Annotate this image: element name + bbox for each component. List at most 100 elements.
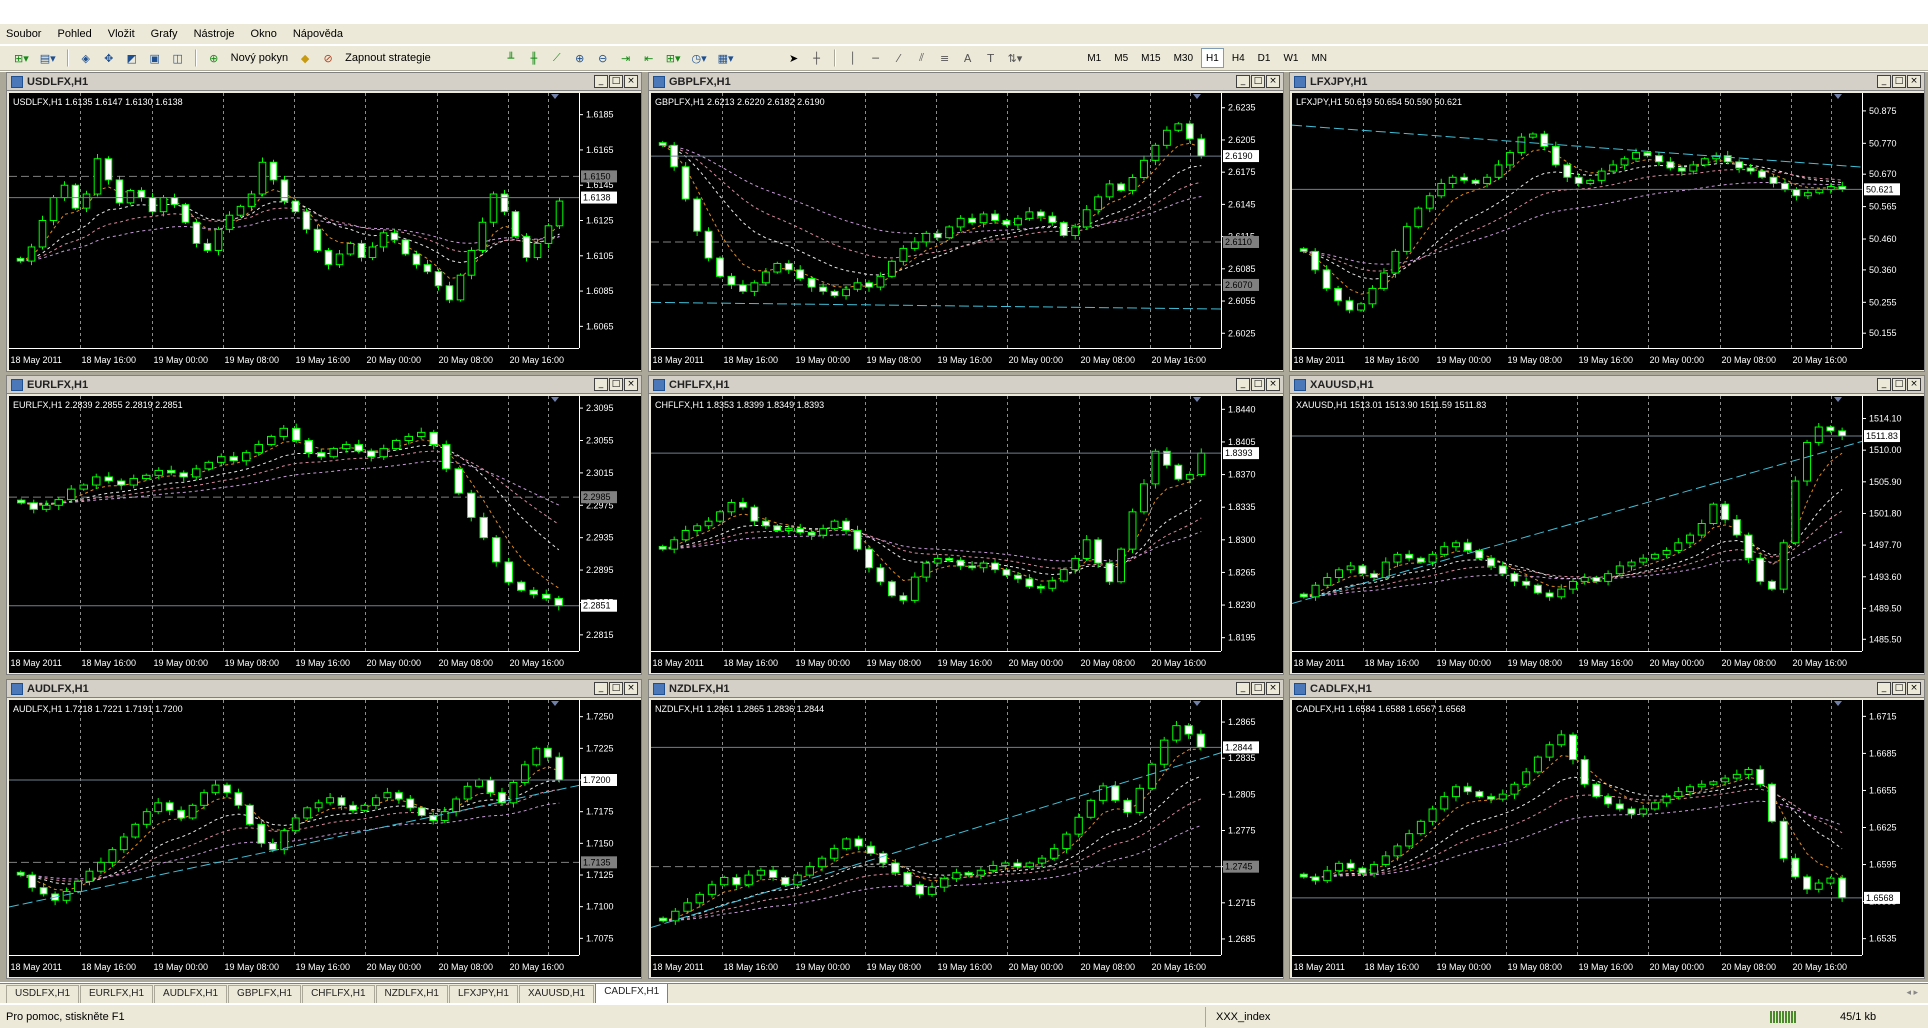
menu-soubor[interactable]: Soubor (6, 28, 41, 40)
maximize-icon[interactable]: □ (609, 682, 623, 695)
templates-icon[interactable]: ▦▾ (714, 48, 738, 68)
chart-window-xauusd-h1[interactable]: XAUUSD,H1 _ □ × 18 May 2011 18 May 16:00 19 Ma… (1289, 375, 1925, 675)
candlestick-icon[interactable]: ╫ (524, 48, 544, 68)
zoom-in-icon[interactable]: ⊕ (570, 48, 590, 68)
text-tool-icon[interactable]: A (958, 48, 978, 68)
minimize-icon[interactable]: _ (594, 378, 608, 391)
menu-vlozit[interactable]: Vložit (108, 28, 135, 40)
minimize-icon[interactable]: _ (1877, 75, 1891, 88)
maximize-icon[interactable]: □ (609, 75, 623, 88)
maximize-icon[interactable]: □ (1892, 682, 1906, 695)
indicators-icon[interactable]: ⊞▾ (662, 48, 685, 68)
arrows-tool-icon[interactable]: ⇅▾ (1004, 48, 1027, 68)
price-chart[interactable]: 18 May 2011 18 May 16:00 19 May 00:00 19 Ma… (1292, 93, 1924, 370)
tab-usdlfx[interactable]: USDLFX,H1 (6, 985, 80, 1003)
chart-window-titlebar[interactable]: GBPLFX,H1 _ □ × (649, 73, 1283, 91)
close-icon[interactable]: × (1266, 75, 1280, 88)
price-chart[interactable]: 18 May 2011 18 May 16:00 19 May 00:00 19 Ma… (9, 396, 641, 673)
cursor-icon[interactable]: ➤ (784, 48, 804, 68)
maximize-icon[interactable]: □ (1892, 75, 1906, 88)
metaeditor-icon[interactable]: ◆ (295, 48, 315, 68)
price-chart[interactable]: 18 May 2011 18 May 16:00 19 May 00:00 19 Ma… (1292, 396, 1924, 673)
chart-window-cadlfx-h1[interactable]: CADLFX,H1 _ □ × 18 May 2011 18 May 16:00 19 Ma… (1289, 679, 1925, 979)
chart-window-nzdlfx-h1[interactable]: NZDLFX,H1 _ □ × 18 May 2011 18 May 16:00 19 Ma… (648, 679, 1284, 979)
new-order-icon[interactable]: ⊕ (204, 48, 224, 68)
label-tool-icon[interactable]: T (981, 48, 1001, 68)
close-icon[interactable]: × (1266, 378, 1280, 391)
minimize-icon[interactable]: _ (1236, 682, 1250, 695)
menu-pohled[interactable]: Pohled (57, 28, 91, 40)
close-icon[interactable]: × (1907, 682, 1921, 695)
close-icon[interactable]: × (624, 75, 638, 88)
new-order-button[interactable]: Nový pokyn (227, 48, 292, 68)
maximize-icon[interactable]: □ (1251, 378, 1265, 391)
close-icon[interactable]: × (624, 378, 638, 391)
minimize-icon[interactable]: _ (594, 682, 608, 695)
maximize-icon[interactable]: □ (1251, 682, 1265, 695)
menu-okno[interactable]: Okno (251, 28, 277, 40)
menu-napoveda[interactable]: Nápověda (293, 28, 343, 40)
minimize-icon[interactable]: _ (594, 75, 608, 88)
maximize-icon[interactable]: □ (609, 378, 623, 391)
timeframe-h4[interactable]: H4 (1227, 48, 1250, 68)
market-watch-icon[interactable]: ◈ (76, 48, 96, 68)
chart-window-titlebar[interactable]: EURLFX,H1 _ □ × (7, 376, 641, 394)
minimize-icon[interactable]: _ (1236, 378, 1250, 391)
chart-window-eurlfx-h1[interactable]: EURLFX,H1 _ □ × 18 May 2011 18 May 16:00 19 Ma… (6, 375, 642, 675)
chart-window-titlebar[interactable]: AUDLFX,H1 _ □ × (7, 680, 641, 698)
equidistant-channel-icon[interactable]: ⫽ (912, 48, 932, 68)
tab-audlfx[interactable]: AUDLFX,H1 (154, 985, 228, 1003)
trend-line-icon[interactable]: ⁄ (889, 48, 909, 68)
chart-window-titlebar[interactable]: USDLFX,H1 _ □ × (7, 73, 641, 91)
timeframe-m15[interactable]: M15 (1136, 48, 1165, 68)
autotrading-icon[interactable]: ⊘ (318, 48, 338, 68)
tab-xauusd[interactable]: XAUUSD,H1 (518, 985, 595, 1003)
chart-window-titlebar[interactable]: CADLFX,H1 _ □ × (1290, 680, 1924, 698)
close-icon[interactable]: × (624, 682, 638, 695)
chart-window-titlebar[interactable]: NZDLFX,H1 _ □ × (649, 680, 1283, 698)
timeframe-m5[interactable]: M5 (1109, 48, 1133, 68)
navigator-icon[interactable]: ✥ (99, 48, 119, 68)
timeframe-m1[interactable]: M1 (1082, 48, 1106, 68)
tab-chflfx[interactable]: CHFLFX,H1 (302, 985, 375, 1003)
price-chart[interactable]: 18 May 2011 18 May 16:00 19 May 00:00 19 Ma… (1292, 700, 1924, 977)
chart-window-titlebar[interactable]: LFXJPY,H1 _ □ × (1290, 73, 1924, 91)
new-chart-icon[interactable]: ⊞▾ (10, 48, 33, 68)
minimize-icon[interactable]: _ (1877, 378, 1891, 391)
tab-eurlfx[interactable]: EURLFX,H1 (80, 985, 154, 1003)
minimize-icon[interactable]: _ (1877, 682, 1891, 695)
vertical-line-icon[interactable]: │ (843, 48, 863, 68)
chart-shift-icon[interactable]: ⇤ (639, 48, 659, 68)
price-chart[interactable]: 18 May 2011 18 May 16:00 19 May 00:00 19 Ma… (9, 93, 641, 370)
minimize-icon[interactable]: _ (1236, 75, 1250, 88)
autoscroll-icon[interactable]: ⇥ (616, 48, 636, 68)
price-chart[interactable]: 18 May 2011 18 May 16:00 19 May 00:00 19 Ma… (651, 396, 1283, 673)
autotrading-button[interactable]: Zapnout strategie (341, 48, 435, 68)
zoom-out-icon[interactable]: ⊖ (593, 48, 613, 68)
crosshair-icon[interactable]: ┼ (807, 48, 827, 68)
tab-nzdlfx[interactable]: NZDLFX,H1 (375, 985, 448, 1003)
chart-window-titlebar[interactable]: XAUUSD,H1 _ □ × (1290, 376, 1924, 394)
timeframe-w1[interactable]: W1 (1278, 48, 1303, 68)
terminal-icon[interactable]: ▣ (145, 48, 165, 68)
close-icon[interactable]: × (1907, 378, 1921, 391)
horizontal-line-icon[interactable]: ─ (866, 48, 886, 68)
tester-icon[interactable]: ◫ (168, 48, 188, 68)
chart-window-chflfx-h1[interactable]: CHFLFX,H1 _ □ × 18 May 2011 18 May 16:00 19 Ma… (648, 375, 1284, 675)
price-chart[interactable]: 18 May 2011 18 May 16:00 19 May 00:00 19 Ma… (9, 700, 641, 977)
tab-cadlfx[interactable]: CADLFX,H1 (595, 983, 669, 1003)
timeframe-mn[interactable]: MN (1306, 48, 1332, 68)
fibonacci-icon[interactable]: ≡ (935, 48, 955, 68)
chart-window-lfxjpy-h1[interactable]: LFXJPY,H1 _ □ × 18 May 2011 18 May 16:00 19 Ma… (1289, 72, 1925, 372)
chart-window-gbplfx-h1[interactable]: GBPLFX,H1 _ □ × 18 May 2011 18 May 16:00 19 Ma… (648, 72, 1284, 372)
tab-scroll-arrows-icon[interactable]: ◂ ▸ (1906, 987, 1918, 998)
chart-window-usdlfx-h1[interactable]: USDLFX,H1 _ □ × 18 May 2011 18 May 16:00 19 Ma… (6, 72, 642, 372)
price-chart[interactable]: 18 May 2011 18 May 16:00 19 May 00:00 19 Ma… (651, 700, 1283, 977)
maximize-icon[interactable]: □ (1251, 75, 1265, 88)
maximize-icon[interactable]: □ (1892, 378, 1906, 391)
timeframe-d1[interactable]: D1 (1253, 48, 1276, 68)
line-chart-icon[interactable]: ⟋ (547, 48, 567, 68)
bar-chart-icon[interactable]: ╨ (501, 48, 521, 68)
tab-lfxjpy[interactable]: LFXJPY,H1 (448, 985, 518, 1003)
timeframe-m30[interactable]: M30 (1169, 48, 1198, 68)
